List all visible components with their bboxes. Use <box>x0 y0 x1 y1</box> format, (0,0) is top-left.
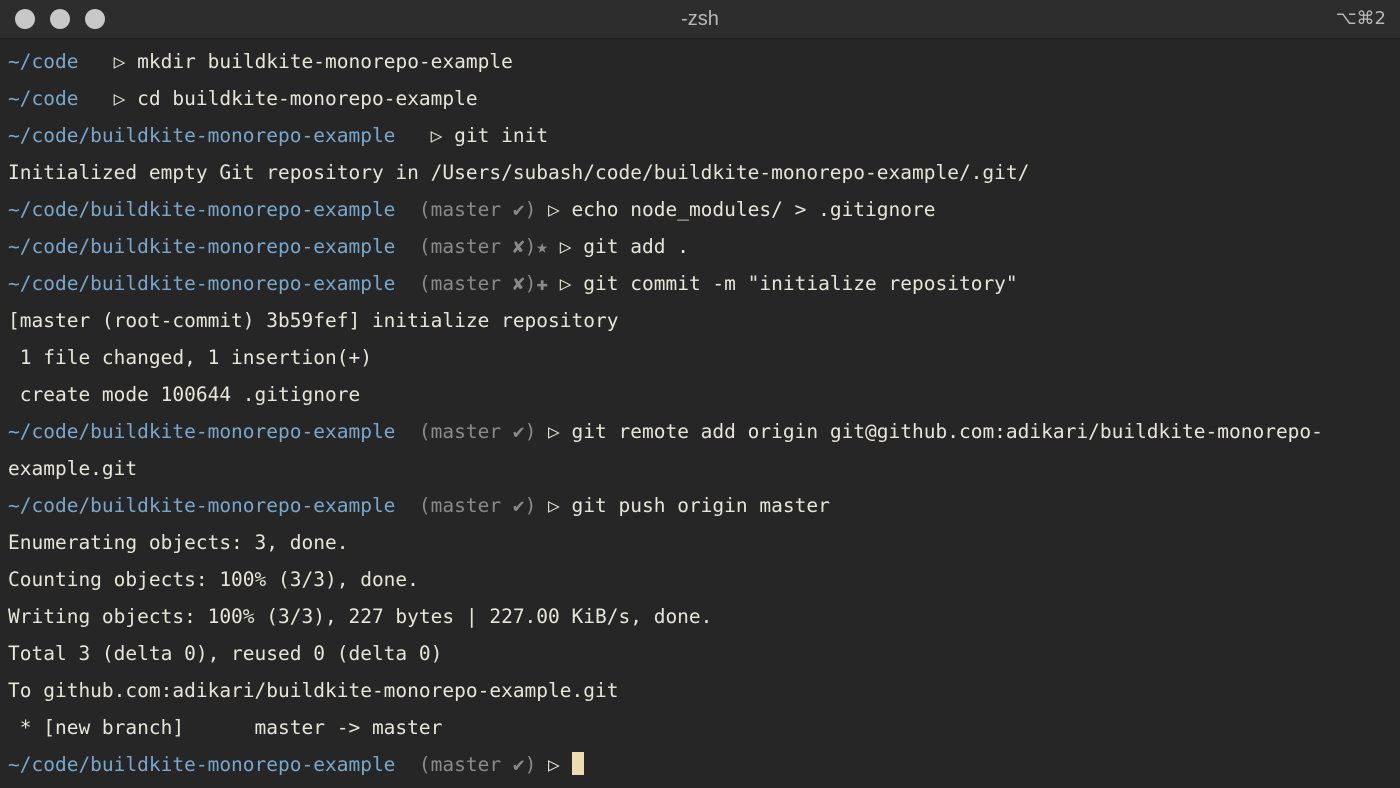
command-text: git init <box>454 124 549 147</box>
output-text: To github.com:adikari/buildkite-monorepo… <box>8 679 619 702</box>
prompt-arrow-icon: ▷ <box>548 235 584 258</box>
prompt-arrow-icon: ▷ <box>536 420 572 443</box>
prompt-path: ~/code/buildkite-monorepo-example <box>8 235 396 258</box>
output-text: Initialized empty Git repository in /Use… <box>8 161 1030 184</box>
window-shortcut: ⌥⌘2 <box>1335 8 1386 29</box>
prompt-line: ~/code/buildkite-monorepo-example (maste… <box>8 487 1394 524</box>
git-status: (master ✔) <box>418 198 537 221</box>
prompt-line: ~/code/buildkite-monorepo-example (maste… <box>8 191 1394 228</box>
prompt-arrow-icon: ▷ <box>536 494 572 517</box>
prompt-arrow-icon: ▷ <box>101 87 138 110</box>
output-text: Writing objects: 100% (3/3), 227 bytes |… <box>8 605 713 628</box>
command-text: git push origin master <box>571 494 830 517</box>
prompt-arrow-icon: ▷ <box>548 272 584 295</box>
prompt-line: ~/code/buildkite-monorepo-example (maste… <box>8 413 1394 450</box>
output-text: Total 3 (delta 0), reused 0 (delta 0) <box>8 642 443 665</box>
prompt-path: ~/code/buildkite-monorepo-example <box>8 124 396 147</box>
output-line: * [new branch] master -> master <box>8 709 1394 746</box>
output-text: Enumerating objects: 3, done. <box>8 531 349 554</box>
output-text: [master (root-commit) 3b59fef] initializ… <box>8 309 619 332</box>
output-text: 1 file changed, 1 insertion(+) <box>8 346 372 369</box>
prompt-arrow-icon: ▷ <box>101 50 138 73</box>
prompt-path: ~/code/buildkite-monorepo-example <box>8 420 396 443</box>
text-cursor[interactable] <box>571 752 584 775</box>
command-text: git add . <box>583 235 689 258</box>
output-line: To github.com:adikari/buildkite-monorepo… <box>8 672 1394 709</box>
terminal-output[interactable]: ~/code ▷ mkdir buildkite-monorepo-exampl… <box>8 43 1394 783</box>
prompt-path: ~/code <box>8 50 79 73</box>
output-line: [master (root-commit) 3b59fef] initializ… <box>8 302 1394 339</box>
prompt-line: ~/code ▷ mkdir buildkite-monorepo-exampl… <box>8 43 1394 80</box>
prompt-arrow-icon: ▷ <box>418 124 455 147</box>
git-status: (master ✔) <box>418 494 537 517</box>
prompt-path: ~/code/buildkite-monorepo-example <box>8 198 396 221</box>
output-text: Counting objects: 100% (3/3), done. <box>8 568 419 591</box>
output-text: create mode 100644 .gitignore <box>8 383 361 406</box>
output-text: * [new branch] master -> master <box>8 716 443 739</box>
prompt-path: ~/code/buildkite-monorepo-example <box>8 753 396 776</box>
window-title: -zsh <box>681 8 719 30</box>
output-line: Writing objects: 100% (3/3), 227 bytes |… <box>8 598 1394 635</box>
prompt-line: ~/code/buildkite-monorepo-example (maste… <box>8 265 1394 302</box>
prompt-line: ~/code ▷ cd buildkite-monorepo-example <box>8 80 1394 117</box>
output-line: 1 file changed, 1 insertion(+) <box>8 339 1394 376</box>
git-status: (master ✔) <box>418 753 537 776</box>
command-text: cd buildkite-monorepo-example <box>137 87 478 110</box>
prompt-path: ~/code/buildkite-monorepo-example <box>8 494 396 517</box>
git-status: (master ✘)✚ <box>418 272 549 295</box>
output-line: Initialized empty Git repository in /Use… <box>8 154 1394 191</box>
title-bar: -zsh ⌥⌘2 <box>0 0 1400 39</box>
terminal-window: -zsh ⌥⌘2 ~/code ▷ mkdir buildkite-monore… <box>0 0 1400 788</box>
prompt-line: ~/code/buildkite-monorepo-example ▷ git … <box>8 117 1394 154</box>
output-line: Total 3 (delta 0), reused 0 (delta 0) <box>8 635 1394 672</box>
command-text: echo node_modules/ > .gitignore <box>571 198 936 221</box>
command-text: mkdir buildkite-monorepo-example <box>137 50 513 73</box>
prompt-arrow-icon: ▷ <box>536 753 572 776</box>
prompt-line: ~/code/buildkite-monorepo-example (maste… <box>8 746 1394 783</box>
output-text: example.git <box>8 457 138 480</box>
output-line: create mode 100644 .gitignore <box>8 376 1394 413</box>
command-text: git commit -m "initialize repository" <box>583 272 1018 295</box>
git-status: (master ✔) <box>418 420 537 443</box>
prompt-path: ~/code <box>8 87 79 110</box>
prompt-path: ~/code/buildkite-monorepo-example <box>8 272 396 295</box>
prompt-line: ~/code/buildkite-monorepo-example (maste… <box>8 228 1394 265</box>
output-line: Enumerating objects: 3, done. <box>8 524 1394 561</box>
output-line: Counting objects: 100% (3/3), done. <box>8 561 1394 598</box>
output-line: example.git <box>8 450 1394 487</box>
command-text: git remote add origin git@github.com:adi… <box>571 420 1323 443</box>
prompt-arrow-icon: ▷ <box>536 198 572 221</box>
git-status: (master ✘)★ <box>418 235 549 258</box>
